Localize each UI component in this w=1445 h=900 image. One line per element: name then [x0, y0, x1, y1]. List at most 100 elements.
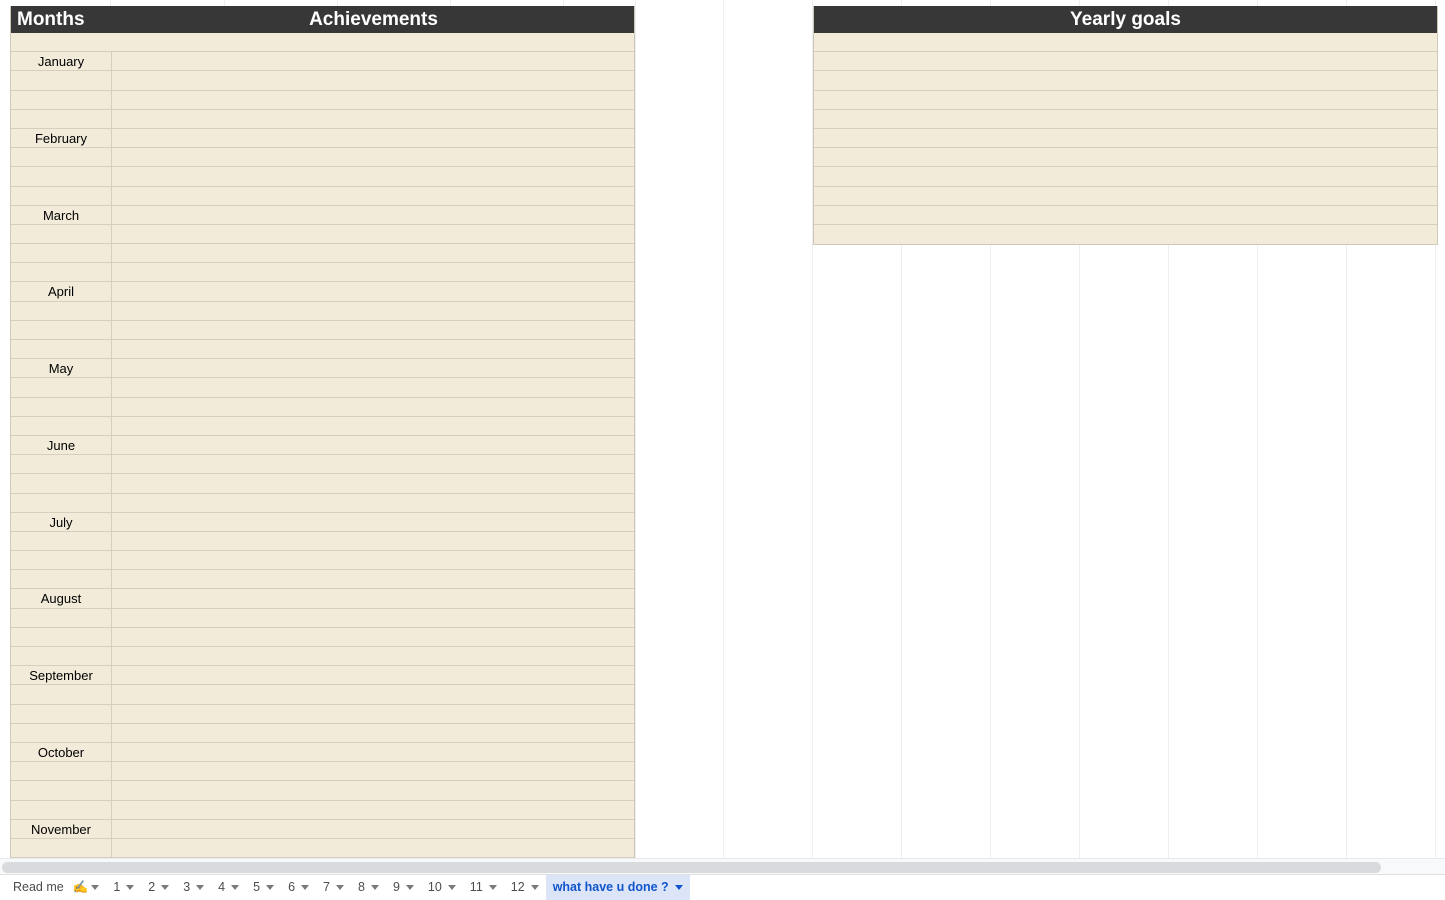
month-cell-empty[interactable] — [11, 148, 112, 167]
achievement-cell[interactable] — [112, 359, 634, 377]
month-cell-empty[interactable] — [11, 378, 112, 397]
month-cell-empty[interactable] — [11, 685, 112, 704]
achievement-cell[interactable] — [112, 570, 634, 588]
month-cell-empty[interactable] — [11, 493, 112, 512]
table-row[interactable] — [11, 224, 634, 245]
table-row[interactable]: November — [11, 819, 634, 839]
achievement-cell[interactable] — [112, 244, 634, 262]
achievement-cell[interactable] — [112, 340, 634, 358]
table-row[interactable] — [11, 474, 634, 494]
yearly-goal-cell[interactable] — [814, 225, 1437, 244]
achievement-cell[interactable] — [112, 705, 634, 723]
chevron-down-icon[interactable] — [301, 884, 310, 890]
achievement-cell[interactable] — [112, 513, 634, 531]
achievement-cell[interactable] — [112, 455, 634, 473]
month-cell-november[interactable]: November — [11, 819, 112, 838]
achievement-cell[interactable] — [112, 609, 634, 627]
chevron-down-icon[interactable] — [530, 884, 539, 890]
month-cell-empty[interactable] — [11, 109, 112, 128]
yearly-goal-cell[interactable] — [814, 148, 1437, 166]
chevron-down-icon[interactable] — [488, 884, 497, 890]
chevron-down-icon[interactable] — [91, 884, 100, 890]
month-cell-empty[interactable] — [11, 244, 112, 263]
table-row[interactable]: August — [11, 589, 634, 609]
table-row[interactable] — [11, 608, 634, 628]
yearly-goal-cell[interactable] — [814, 167, 1437, 185]
table-row[interactable] — [11, 762, 634, 782]
table-row[interactable] — [11, 723, 634, 743]
table-row[interactable] — [11, 109, 634, 129]
month-cell-empty[interactable] — [11, 627, 112, 646]
achievement-cell[interactable] — [112, 302, 634, 320]
month-cell-empty[interactable] — [11, 474, 112, 493]
table-row[interactable] — [814, 167, 1437, 187]
table-row[interactable] — [814, 224, 1437, 245]
achievement-cell[interactable] — [112, 148, 634, 166]
sheet-tab-8[interactable]: 8 — [351, 875, 386, 900]
table-row[interactable]: October — [11, 742, 634, 763]
table-row[interactable] — [814, 128, 1437, 149]
table-row[interactable] — [814, 109, 1437, 129]
month-cell-empty[interactable] — [11, 320, 112, 339]
table-row[interactable] — [11, 340, 634, 360]
table-row[interactable]: September — [11, 666, 634, 686]
chevron-down-icon[interactable] — [674, 884, 683, 890]
month-cell-march[interactable]: March — [11, 205, 112, 224]
achievement-cell[interactable] — [112, 801, 634, 819]
month-cell-empty[interactable] — [11, 263, 112, 282]
month-cell-empty[interactable] — [11, 781, 112, 800]
sheet-tab-3[interactable]: 3 — [176, 875, 211, 900]
month-cell-empty[interactable] — [11, 570, 112, 589]
chevron-down-icon[interactable] — [405, 884, 414, 890]
table-row[interactable] — [814, 148, 1437, 168]
table-row[interactable] — [11, 570, 634, 590]
month-cell-april[interactable]: April — [11, 282, 112, 301]
table-row[interactable] — [11, 551, 634, 571]
achievement-cell[interactable] — [112, 378, 634, 396]
month-cell-empty[interactable] — [11, 224, 112, 244]
achievement-cell[interactable] — [112, 743, 634, 761]
sheet-tab-1[interactable]: 1 — [106, 875, 141, 900]
month-cell-empty[interactable] — [11, 186, 112, 205]
month-cell-empty[interactable] — [11, 416, 112, 435]
month-cell-empty[interactable] — [11, 71, 112, 90]
achievement-cell[interactable] — [112, 628, 634, 646]
achievement-cell[interactable] — [112, 71, 634, 89]
table-row[interactable] — [814, 71, 1437, 91]
table-row[interactable] — [11, 90, 634, 110]
table-row[interactable]: June — [11, 435, 634, 456]
chevron-down-icon[interactable] — [447, 884, 456, 890]
table-row[interactable] — [11, 301, 634, 321]
achievement-cell[interactable] — [112, 187, 634, 205]
achievement-cell[interactable] — [112, 666, 634, 684]
achievement-cell[interactable] — [112, 647, 634, 665]
month-cell-empty[interactable] — [11, 608, 112, 627]
table-row[interactable]: January — [11, 52, 634, 72]
horizontal-scrollbar-thumb[interactable] — [2, 862, 1381, 873]
month-cell-empty[interactable] — [11, 762, 112, 781]
table-row[interactable]: February — [11, 128, 634, 149]
table-row[interactable] — [11, 148, 634, 168]
table-row[interactable] — [814, 52, 1437, 72]
achievement-cell[interactable] — [112, 52, 634, 70]
achievement-cell[interactable] — [112, 474, 634, 492]
chevron-down-icon[interactable] — [231, 884, 240, 890]
chevron-down-icon[interactable] — [161, 884, 170, 890]
sheet-tab-5[interactable]: 5 — [246, 875, 281, 900]
horizontal-scrollbar-track[interactable] — [0, 858, 1445, 875]
chevron-down-icon[interactable] — [126, 884, 135, 890]
achievement-cell[interactable] — [112, 282, 634, 300]
achievement-cell[interactable] — [112, 532, 634, 550]
table-row[interactable] — [814, 186, 1437, 206]
month-cell-empty[interactable] — [11, 704, 112, 723]
month-cell-august[interactable]: August — [11, 589, 112, 608]
achievement-cell[interactable] — [112, 321, 634, 339]
sheet-tab-11[interactable]: 11 — [463, 875, 504, 900]
table-row[interactable] — [11, 320, 634, 340]
table-row[interactable] — [11, 627, 634, 647]
month-cell-january[interactable]: January — [11, 52, 112, 71]
achievement-cell[interactable] — [112, 263, 634, 281]
table-row[interactable] — [11, 647, 634, 667]
month-cell-empty[interactable] — [11, 647, 112, 666]
achievement-cell[interactable] — [112, 494, 634, 512]
